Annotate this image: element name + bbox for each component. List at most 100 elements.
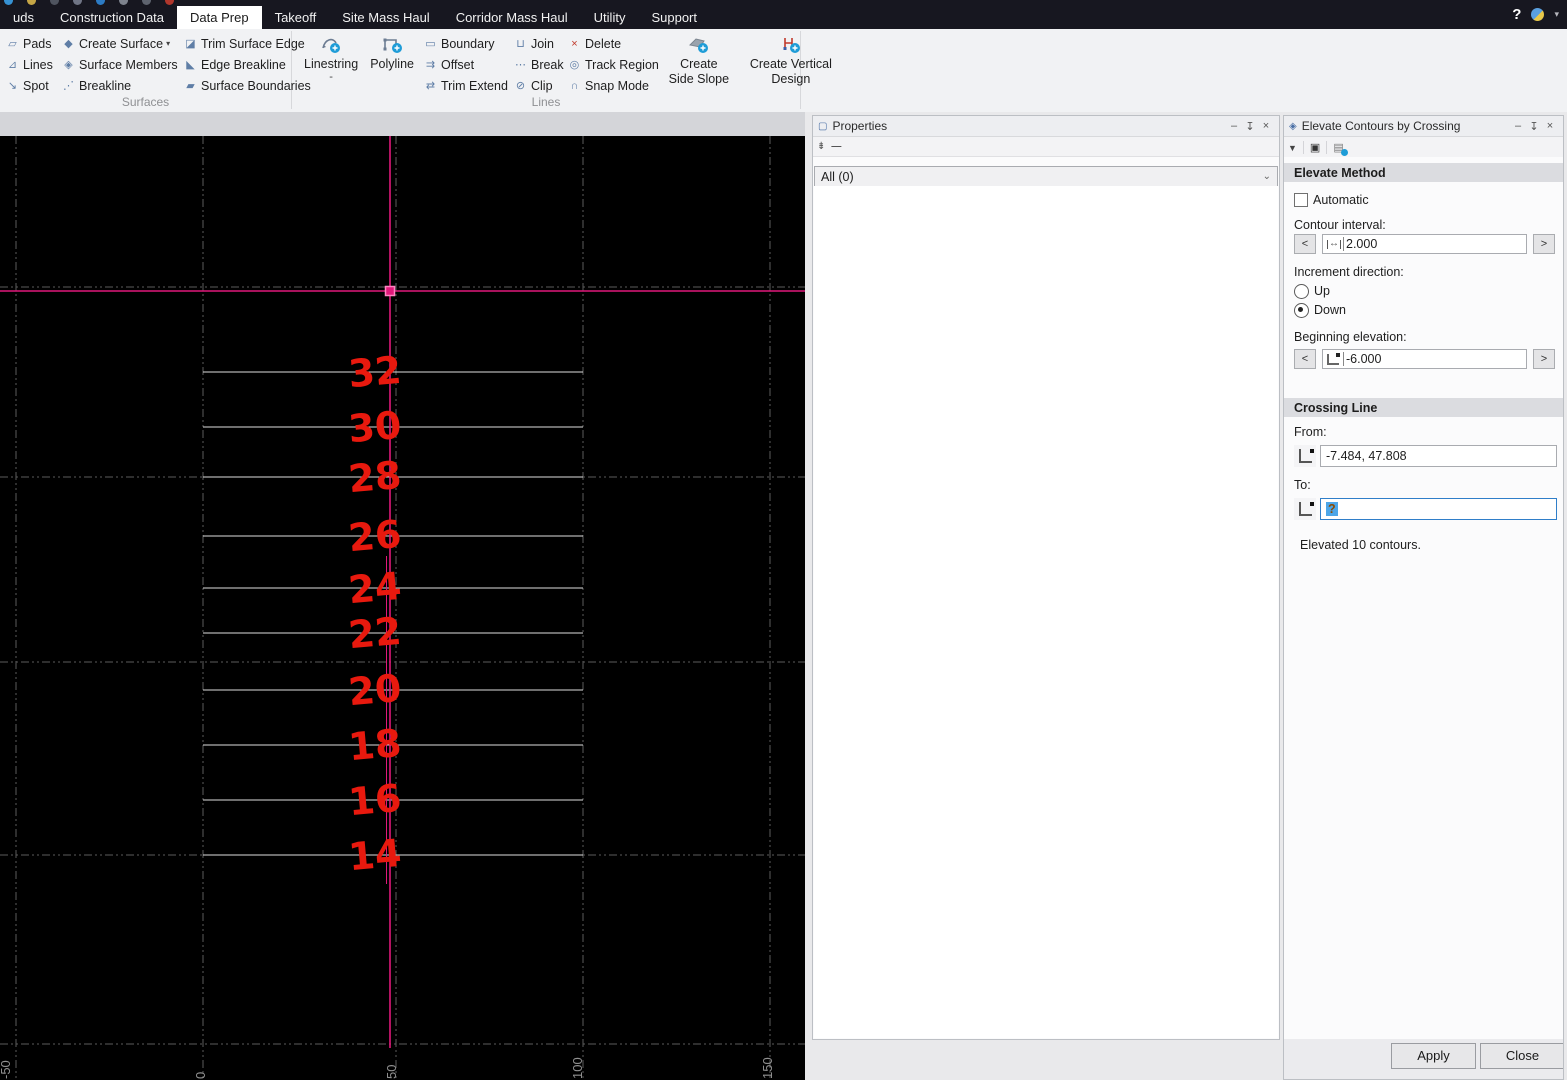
quick-access-icon[interactable] [4,0,13,5]
layers-stack-icon[interactable]: ▤ [1333,141,1348,156]
direction-up-label: Up [1314,284,1330,298]
help-icon[interactable]: ? [1512,6,1521,23]
contour-elevation-label: 28 [347,453,404,501]
ribbon-item-label: Spot [23,78,49,93]
to-coordinate-field[interactable]: ? [1320,498,1557,520]
pads-icon: ▱ [8,38,17,50]
view-options-icon[interactable]: ▣ [1310,141,1320,154]
quick-access-icon[interactable] [119,0,128,5]
tab-construction-data[interactable]: Construction Data [47,6,177,29]
spot-icon: ↘ [7,80,18,92]
dropdown-caret-icon[interactable]: ▾ [166,39,170,48]
quick-access-icon[interactable] [165,0,174,5]
chevron-down-icon[interactable]: ▼ [1288,143,1297,153]
ribbon-item-snap-mode[interactable]: ∩ Snap Mode [567,75,659,96]
ribbon-item-spot[interactable]: ↘ Spot [5,75,51,96]
apply-button[interactable]: Apply [1391,1043,1476,1069]
chevron-down-icon: ⌄ [1262,171,1271,182]
linestring-dropdown-dash[interactable]: - [329,72,333,83]
minimize-icon[interactable]: – [1510,120,1526,132]
elevate-panel-icon: ◈ [1289,120,1297,132]
tab-support[interactable]: Support [638,6,710,29]
ribbon-group-surfaces: ▱ Pads ⊿ Lines ↘ Spot ◆ Create Surface ▾ ◈ Surfac… [0,29,311,111]
tab-site-mass-haul[interactable]: Site Mass Haul [329,6,442,29]
interval-increment-button[interactable]: > [1533,234,1555,254]
direction-down-label: Down [1314,303,1346,317]
crossing-point-marker [384,285,396,297]
ribbon-item-clip[interactable]: ⊘ Clip [513,75,561,96]
tab-corridor-mass-haul[interactable]: Corridor Mass Haul [443,6,581,29]
direction-up-radio[interactable] [1294,284,1309,299]
from-coordinate-field[interactable]: -7.484, 47.808 [1320,445,1557,467]
edge-breakline-icon: ◣ [186,59,195,71]
pin-icon[interactable]: ↧ [1242,120,1258,133]
selection-filter-dropdown[interactable]: All (0) ⌄ [814,166,1278,187]
tab-utility[interactable]: Utility [581,6,639,29]
create-side-slope-button[interactable]: Create Side Slope [662,33,736,96]
beginning-elevation-field[interactable]: -6.000 [1322,349,1527,369]
close-button[interactable]: Close [1480,1043,1563,1069]
surface-members-icon: ◈ [64,59,73,71]
collapse-icon[interactable]: — [831,141,841,152]
quick-access-icon[interactable] [96,0,105,5]
contour-interval-label: Contour interval: [1294,218,1386,232]
ribbon-item-breakline[interactable]: ⋰ Breakline [61,75,177,96]
tab-uds[interactable]: uds [0,6,47,29]
pin-small-icon[interactable]: ⇟ [817,141,825,152]
contour-interval-field[interactable]: ↔ 2.000 [1322,234,1527,254]
ribbon-item-edge-breakline[interactable]: ◣ Edge Breakline [183,54,303,75]
quick-access-icon[interactable] [50,0,59,5]
interval-decrement-button[interactable]: < [1294,234,1316,254]
to-pick-button[interactable] [1294,498,1316,520]
ribbon-item-pads[interactable]: ▱ Pads [5,33,51,54]
elevation-decrement-button[interactable]: < [1294,349,1316,369]
ribbon-item-join[interactable]: ⊔ Join [513,33,561,54]
divider [1326,141,1328,154]
quick-access-icon[interactable] [73,0,82,5]
ribbon-item-break[interactable]: ⋯ Break [513,54,564,75]
beginning-elevation-value[interactable]: -6.000 [1343,352,1381,366]
axis-tick-label: -50 [0,1060,13,1079]
plan-view-canvas[interactable]: 32 3028 262422 20 18 16 14 -50 0 50 100 150 [0,136,805,1080]
ribbon-item-lines[interactable]: ⊿ Lines [5,54,53,75]
contour-elevation-label: 32 [347,348,404,396]
ribbon-item-trim-extend[interactable]: ⇄ Trim Extend [423,75,508,96]
ribbon-item-trim-surface-edge[interactable]: ◪ Trim Surface Edge [183,33,304,54]
account-sphere-icon[interactable] [1531,8,1545,21]
linestring-button[interactable]: Linestring - [298,33,364,96]
panel-divider[interactable] [805,112,812,1080]
contour-elevation-label: 22 [347,609,404,657]
ribbon-item-label: Pads [23,36,52,51]
section-header-crossing-line: Crossing Line [1284,398,1563,417]
status-text: Elevated 10 contours. [1300,538,1421,552]
ribbon-item-delete[interactable]: × Delete [567,33,659,54]
minimize-icon[interactable]: – [1226,120,1242,132]
tab-data-prep[interactable]: Data Prep [177,6,262,29]
polyline-button[interactable]: Polyline [364,33,420,96]
from-pick-button[interactable] [1294,445,1316,467]
close-icon[interactable]: × [1542,120,1558,132]
chevron-down-icon[interactable]: ▾ [1554,9,1559,20]
from-label: From: [1294,425,1327,439]
elevate-contours-panel: ◈ Elevate Contours by Crossing – ↧ × ▼ ▣… [1283,115,1564,1080]
create-vertical-design-button[interactable]: Create Vertical Design [736,33,846,96]
pin-icon[interactable]: ↧ [1526,120,1542,133]
automatic-checkbox[interactable] [1294,193,1308,207]
ribbon-item-boundary[interactable]: ▭ Boundary [423,33,507,54]
contour-interval-value[interactable]: 2.000 [1343,237,1377,251]
elevation-increment-button[interactable]: > [1533,349,1555,369]
quick-access-icon[interactable] [27,0,36,5]
ribbon-item-surface-members[interactable]: ◈ Surface Members [61,54,177,75]
direction-down-radio[interactable] [1294,303,1309,318]
ribbon-item-track-region[interactable]: ◎ Track Region [567,54,659,75]
contour-elevation-label: 18 [347,721,404,769]
elevate-footer: Apply Close [1284,1039,1563,1079]
plan-view[interactable]: 32 30 28 26 24 22 20 18 16 14 -50 0 50 100 150 [0,112,805,1080]
quick-access-icon[interactable] [142,0,151,5]
ribbon-item-offset[interactable]: ⇉ Offset [423,54,507,75]
to-coordinate-value: ? [1326,502,1338,516]
ribbon-item-surface-boundaries[interactable]: ▰ Surface Boundaries [183,75,311,96]
close-icon[interactable]: × [1258,120,1274,132]
tab-takeoff[interactable]: Takeoff [262,6,330,29]
ribbon-item-create-surface[interactable]: ◆ Create Surface ▾ [61,33,177,54]
